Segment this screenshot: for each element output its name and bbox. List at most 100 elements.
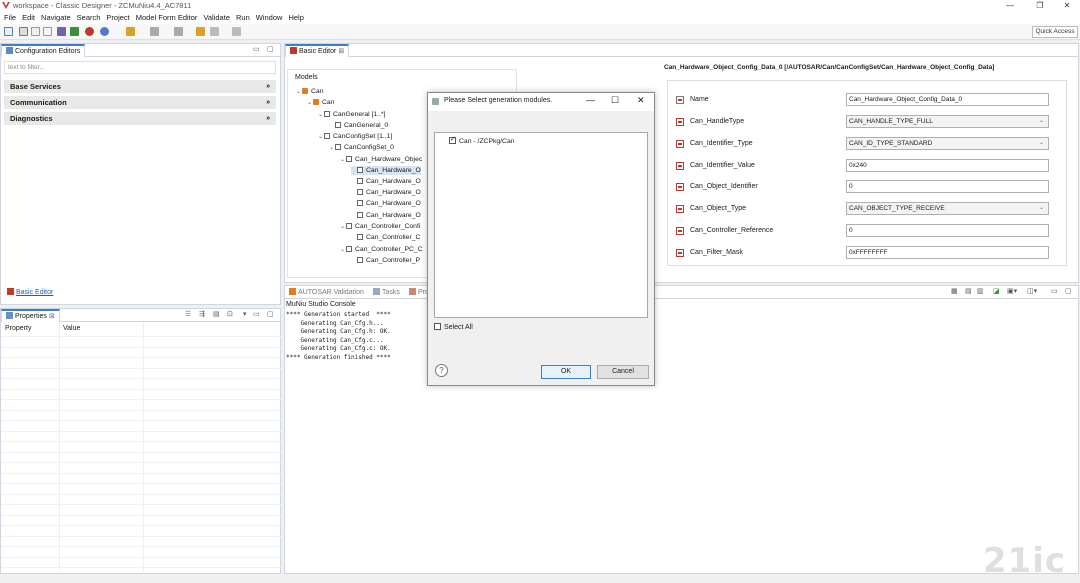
- select-all-box[interactable]: [434, 323, 441, 330]
- tab-configuration-editors[interactable]: Configuration Editors: [1, 44, 86, 57]
- maximize-button[interactable]: ❐: [1025, 0, 1055, 12]
- build-icon[interactable]: [57, 27, 66, 36]
- field-dropdown[interactable]: CAN_ID_TYPE_STANDARD ⌄: [846, 137, 1049, 150]
- tree-node-controller-config-item[interactable]: Can_Controller_C: [351, 233, 420, 242]
- tab-basic-editor[interactable]: Basic Editor ⊠: [285, 44, 350, 57]
- tab-autosar-validation[interactable]: AUTOSAR Validation: [285, 286, 368, 299]
- tree-node-hardware-object-item[interactable]: Can_Hardware_O: [351, 188, 421, 197]
- menu-search[interactable]: Search: [74, 12, 104, 24]
- menu-edit[interactable]: Edit: [19, 12, 38, 24]
- minimize-button[interactable]: —: [995, 0, 1025, 12]
- pin-icon[interactable]: ⊡: [227, 310, 233, 318]
- tree-node-hardware-object-item[interactable]: Can_Hardware_O: [351, 177, 421, 186]
- back-icon[interactable]: [210, 27, 219, 36]
- field-input[interactable]: 0xFFFFFFFF: [846, 246, 1049, 259]
- tree-node-can-config-set-0[interactable]: ⌄ CanConfigSet_0: [329, 143, 394, 152]
- advanced-icon[interactable]: ⇶: [199, 310, 205, 318]
- tree-node-hardware-object-item[interactable]: Can_Hardware_O: [351, 166, 421, 175]
- maximize-panel-icon[interactable]: ▢: [267, 310, 274, 318]
- property-row-line: [1, 357, 281, 358]
- ok-button[interactable]: OK: [541, 365, 591, 379]
- clear-console-icon[interactable]: ▥: [977, 287, 984, 295]
- tree-node-hardware-object-item[interactable]: Can_Hardware_O: [351, 199, 421, 208]
- tree-node-can-general[interactable]: ⌄ CanGeneral [1..*]: [318, 110, 386, 119]
- field-dropdown[interactable]: CAN_OBJECT_TYPE_RECEIVE ⌄: [846, 202, 1049, 215]
- tree-node-can-general-0[interactable]: CanGeneral_0: [329, 121, 388, 130]
- tab-tasks[interactable]: Tasks: [369, 286, 404, 299]
- last-edit-icon[interactable]: [196, 27, 205, 36]
- close-tab-icon[interactable]: ⊠: [338, 48, 344, 55]
- dropdown-chevron-icon[interactable]: ⌄: [1039, 116, 1044, 127]
- menu-window[interactable]: Window: [253, 12, 286, 24]
- display-console-icon[interactable]: ▣▾: [1007, 287, 1017, 295]
- menu-help[interactable]: Help: [285, 12, 306, 24]
- minimize-panel-icon[interactable]: ▭: [1051, 287, 1058, 295]
- tree-node-controller-pc-config[interactable]: ⌄ Can_Controller_PC_C: [340, 245, 423, 254]
- field-input[interactable]: Can_Hardware_Object_Config_Data_0: [846, 93, 1049, 106]
- generate-icon[interactable]: [70, 27, 79, 36]
- menu-validate[interactable]: Validate: [200, 12, 233, 24]
- field-dropdown[interactable]: CAN_HANDLE_TYPE_FULL ⌄: [846, 115, 1049, 128]
- field-input[interactable]: 0: [846, 224, 1049, 237]
- tree-node-controller-config[interactable]: ⌄ Can_Controller_Confi: [340, 222, 420, 231]
- menu-navigate[interactable]: Navigate: [38, 12, 74, 24]
- debug-icon[interactable]: [100, 27, 109, 36]
- save-icon[interactable]: [19, 27, 28, 36]
- tool-icon[interactable]: [126, 27, 135, 36]
- forward-icon[interactable]: [232, 27, 241, 36]
- field-input[interactable]: 0: [846, 180, 1049, 193]
- open-console-icon[interactable]: ◫▾: [1027, 287, 1037, 295]
- pin-console-icon[interactable]: ◪: [993, 287, 1000, 295]
- print-icon[interactable]: [43, 27, 52, 36]
- tree-node-controller-pc-item[interactable]: Can_Controller_P: [351, 256, 420, 265]
- help-icon[interactable]: ?: [435, 364, 448, 377]
- tree-node-can-config-set[interactable]: ⌄ CanConfigSet [1..1]: [318, 132, 392, 141]
- scroll-lock-icon[interactable]: ▤: [965, 287, 972, 295]
- config-filter-input[interactable]: text to filter...: [4, 61, 276, 74]
- save-all-icon[interactable]: [31, 27, 40, 36]
- filter-icon[interactable]: ▤: [213, 310, 220, 318]
- dialog-minimize-button[interactable]: —: [586, 95, 595, 105]
- maximize-panel-icon[interactable]: ▢: [267, 45, 274, 53]
- next-annotation-icon[interactable]: [150, 27, 159, 36]
- cancel-button[interactable]: Cancel: [597, 365, 649, 379]
- can-module-icon: [313, 99, 319, 105]
- section-communication[interactable]: Communication »: [4, 96, 276, 109]
- console-toolbar-icon[interactable]: ▦: [951, 287, 958, 295]
- menu-run[interactable]: Run: [233, 12, 253, 24]
- tree-node-hardware-object[interactable]: ⌄ Can_Hardware_Objec: [340, 155, 422, 164]
- close-window-button[interactable]: ✕: [1052, 0, 1080, 12]
- field-input[interactable]: 0x240: [846, 159, 1049, 172]
- dropdown-chevron-icon[interactable]: ⌄: [1039, 138, 1044, 149]
- categories-icon[interactable]: ☰: [185, 310, 191, 318]
- properties-icon: [6, 312, 13, 319]
- console-title: MuNiu Studio Console: [286, 301, 356, 308]
- section-base-services[interactable]: Base Services »: [4, 80, 276, 93]
- new-icon[interactable]: [4, 27, 13, 36]
- tree-node-hardware-object-item[interactable]: Can_Hardware_O: [351, 211, 421, 220]
- dialog-close-button[interactable]: ✕: [637, 95, 645, 106]
- minimize-panel-icon[interactable]: ▭: [253, 310, 260, 318]
- property-row-line: [1, 430, 281, 432]
- maximize-panel-icon[interactable]: ▢: [1065, 287, 1072, 295]
- basic-editor-link[interactable]: Basic Editor: [7, 288, 53, 296]
- dialog-maximize-button[interactable]: ☐: [611, 95, 619, 106]
- minimize-panel-icon[interactable]: ▭: [253, 45, 260, 53]
- section-diagnostics[interactable]: Diagnostics »: [4, 112, 276, 125]
- stop-icon[interactable]: [85, 27, 94, 36]
- basic-editor-link-label: Basic Editor: [16, 289, 54, 296]
- close-tab-icon[interactable]: ⊠: [49, 313, 55, 320]
- select-all-checkbox[interactable]: Select All: [434, 323, 473, 331]
- view-menu-icon[interactable]: ▾: [243, 310, 247, 318]
- dropdown-chevron-icon[interactable]: ⌄: [1039, 203, 1044, 214]
- menu-file[interactable]: File: [0, 12, 19, 24]
- quick-access-button[interactable]: Quick Access: [1032, 26, 1078, 38]
- module-checkbox[interactable]: [449, 135, 456, 144]
- menu-model-form-editor[interactable]: Model Form Editor: [133, 12, 201, 24]
- prev-annotation-icon[interactable]: [174, 27, 183, 36]
- menu-project[interactable]: Project: [103, 12, 132, 24]
- tree-node-can[interactable]: ⌄ Can: [307, 98, 334, 107]
- tree-node-can-root[interactable]: ⌄ Can: [296, 87, 323, 96]
- tab-properties[interactable]: Properties ⊠: [1, 309, 60, 322]
- module-item[interactable]: Can - /ZCPkg/Can: [449, 135, 515, 145]
